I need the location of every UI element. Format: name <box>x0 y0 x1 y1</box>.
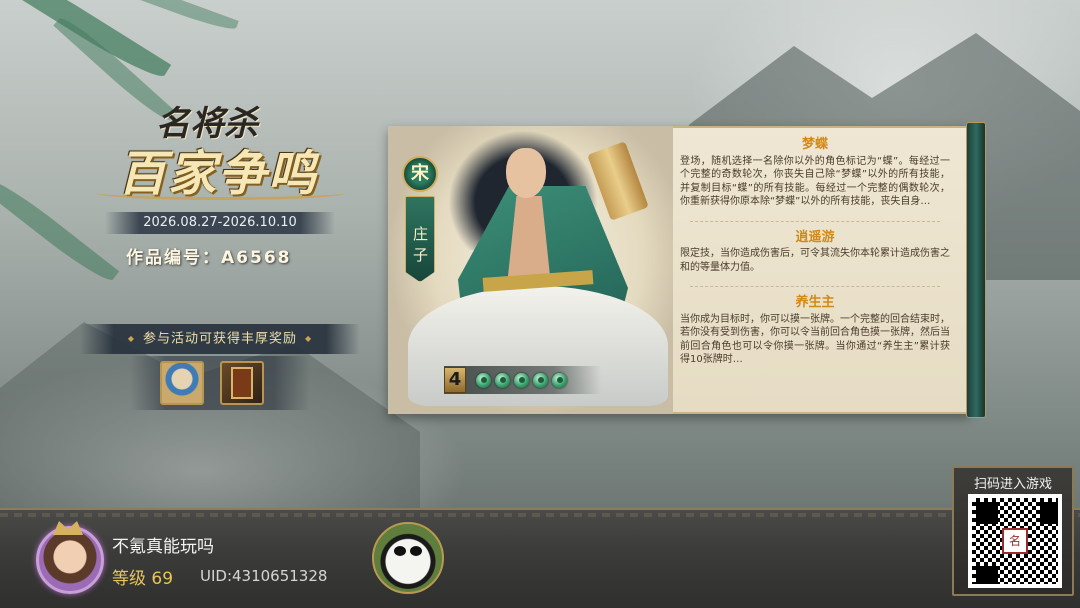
skill-divider <box>690 215 940 229</box>
hp-pip-icon <box>476 372 491 388</box>
hero-health: 4 <box>444 366 601 394</box>
hero-face <box>506 148 546 198</box>
hp-pip-icon <box>514 372 529 388</box>
hp-number: 4 <box>444 367 466 393</box>
bamboo-leaf <box>121 0 239 35</box>
reward-list <box>130 356 310 410</box>
hero-card[interactable]: 宋 庄子 4 梦蝶 登场，随机选择一名除你以外的角色标记为“蝶”。每经过一个完整… <box>388 122 986 418</box>
player-bar: 不氪真能玩吗 等级 69 UID:4310651328 <box>0 508 1080 608</box>
skill-description: 登场，随机选择一名除你以外的角色标记为“蝶”。每经过一个完整的奇数轮次，你丧失自… <box>680 155 950 208</box>
qr-panel: 扫码进入游戏 名 <box>952 466 1074 596</box>
skill-title: 养生主 <box>795 295 835 310</box>
book-icon <box>231 367 253 399</box>
hp-pip-icon <box>533 372 548 388</box>
reward-caption: 参与活动可获得丰厚奖励 <box>80 324 360 354</box>
qr-label: 扫码进入游戏 <box>973 477 1052 492</box>
faction-badge: 宋 <box>402 156 438 192</box>
scroll-roller <box>966 122 986 418</box>
hp-pip-icon <box>495 372 510 388</box>
hp-pip-icon <box>552 372 567 388</box>
player-name: 不氪真能玩吗 <box>112 537 214 557</box>
qr-center-logo: 名 <box>1002 528 1028 554</box>
skill-divider <box>690 280 940 294</box>
scroll-book-reward-icon[interactable] <box>220 361 264 405</box>
event-logo: 名将杀 百家争鸣 <box>96 96 356 216</box>
player-level: 等级 69 <box>112 569 174 589</box>
player-avatar[interactable] <box>36 526 104 594</box>
player-uid: UID:4310651328 <box>200 567 328 585</box>
skill-title: 逍遥游 <box>795 229 835 245</box>
skill-description: 当你成为目标时，你可以摸一张牌。一个完整的回合结束时，若你没有受到伤害，你可以令… <box>680 313 950 366</box>
avatar-reward-icon[interactable] <box>160 361 204 405</box>
skill-title: 梦蝶 <box>801 137 828 152</box>
panda-badge-icon[interactable] <box>372 522 444 594</box>
hero-portrait: 宋 庄子 4 <box>388 126 673 414</box>
skill-list[interactable]: 梦蝶 登场，随机选择一名除你以外的角色标记为“蝶”。每经过一个完整的奇数轮次，你… <box>680 136 950 408</box>
logo-swirl-ornament <box>96 186 346 200</box>
hero-name: 庄子 <box>405 196 435 282</box>
event-date-range: 2026.08.27-2026.10.10 <box>105 212 335 234</box>
work-number: 作品编号：A6568 <box>126 248 292 268</box>
skill-description: 限定技，当你造成伤害后，可令其流失你本轮累计造成伤害之和的等量体力值。 <box>680 248 950 273</box>
